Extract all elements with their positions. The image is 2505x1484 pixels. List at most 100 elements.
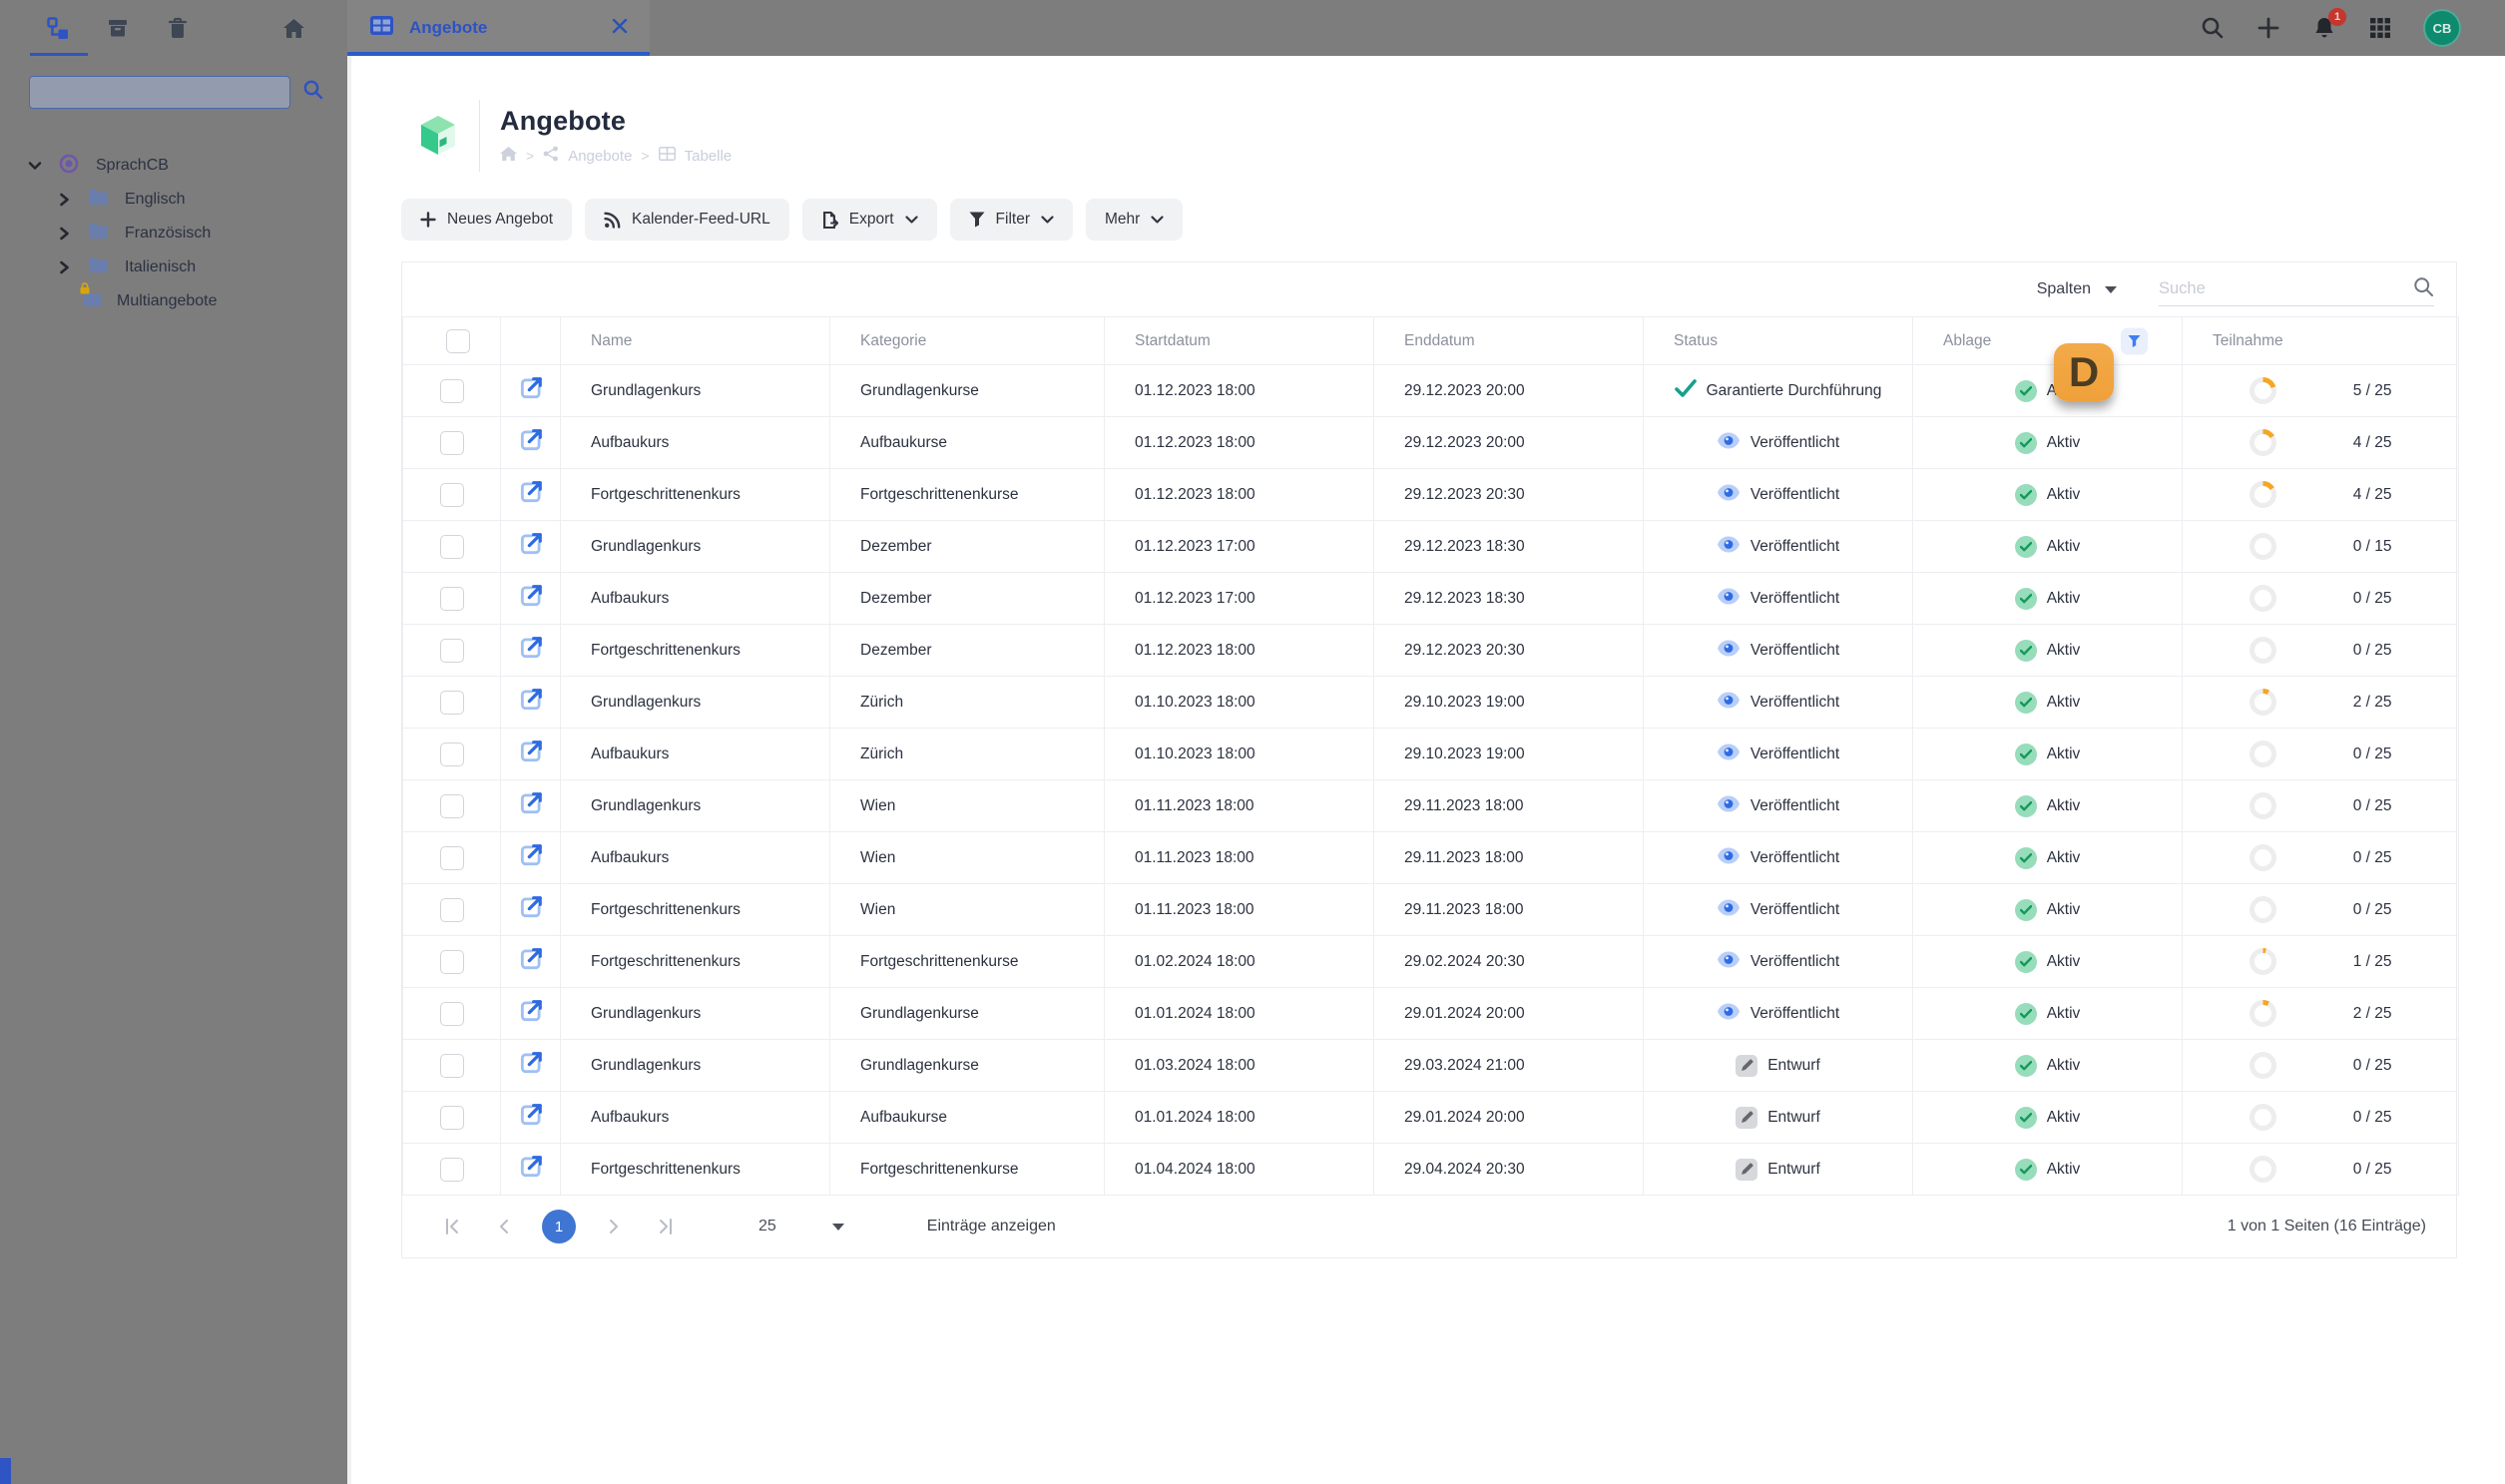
row-checkbox[interactable] [439, 1157, 464, 1182]
open-offer-icon[interactable] [518, 481, 544, 509]
row-checkbox[interactable] [439, 949, 464, 974]
table-row[interactable]: Grundlagenkurs Dezember 01.12.2023 17:00… [402, 520, 2459, 573]
open-offer-icon[interactable] [518, 429, 544, 457]
row-checkbox[interactable] [439, 586, 464, 611]
tab-close-icon[interactable] [612, 18, 628, 39]
table-row[interactable]: Aufbaukurs Aufbaukurse 01.12.2023 18:00 … [402, 416, 2459, 469]
home-icon[interactable] [281, 16, 305, 40]
table-search-icon[interactable] [2413, 276, 2434, 302]
tree-item-englisch[interactable]: Englisch [0, 183, 347, 217]
calendar-feed-url-button[interactable]: Kalender-Feed-URL [585, 199, 789, 241]
table-row[interactable]: Aufbaukurs Zürich 01.10.2023 18:00 29.10… [402, 728, 2459, 780]
table-row[interactable]: Grundlagenkurs Grundlagenkurse 01.03.202… [402, 1039, 2459, 1092]
select-all-checkbox[interactable] [446, 328, 470, 353]
row-checkbox[interactable] [439, 378, 464, 403]
column-header-teilnahme[interactable]: Teilnahme [2182, 316, 2459, 365]
column-header-enddatum[interactable]: Enddatum [1373, 316, 1644, 365]
breadcrumb-home-icon[interactable] [500, 146, 517, 166]
table-search-input[interactable] [2159, 279, 2413, 298]
table-row[interactable]: Grundlagenkurs Grundlagenkurse 01.12.202… [402, 364, 2459, 417]
table-row[interactable]: Aufbaukurs Dezember 01.12.2023 17:00 29.… [402, 572, 2459, 625]
ablage-filter-icon[interactable] [2121, 327, 2148, 354]
archive-icon[interactable] [106, 16, 130, 40]
open-offer-icon[interactable] [518, 741, 544, 768]
column-header-kategorie[interactable]: Kategorie [829, 316, 1105, 365]
trash-icon[interactable] [166, 16, 190, 40]
row-checkbox[interactable] [439, 1105, 464, 1130]
table-row[interactable]: Aufbaukurs Wien 01.11.2023 18:00 29.11.2… [402, 831, 2459, 884]
open-offer-icon[interactable] [518, 896, 544, 924]
chevron-right-icon[interactable] [58, 260, 72, 274]
column-header-name[interactable]: Name [560, 316, 830, 365]
page-size-select[interactable]: 25 [758, 1218, 844, 1236]
more-button[interactable]: Mehr [1086, 199, 1184, 241]
notifications-bell-icon[interactable]: 1 [2311, 8, 2346, 41]
open-offer-icon[interactable] [518, 377, 544, 405]
chevron-right-icon[interactable] [58, 227, 72, 241]
row-checkbox[interactable] [439, 897, 464, 922]
table-row[interactable]: Grundlagenkurs Grundlagenkurse 01.01.202… [402, 987, 2459, 1040]
tree-view-icon[interactable] [46, 16, 70, 40]
row-checkbox[interactable] [439, 742, 464, 766]
table-row[interactable]: Grundlagenkurs Zürich 01.10.2023 18:00 2… [402, 676, 2459, 729]
new-offer-button[interactable]: Neues Angebot [401, 199, 573, 241]
open-offer-icon[interactable] [518, 1156, 544, 1184]
row-checkbox[interactable] [439, 690, 464, 715]
table-row[interactable]: Fortgeschrittenenkurs Dezember 01.12.202… [402, 624, 2459, 677]
column-header-status[interactable]: Status [1643, 316, 1913, 365]
open-offer-icon[interactable] [518, 1052, 544, 1080]
table-row[interactable]: Aufbaukurs Aufbaukurse 01.01.2024 18:00 … [402, 1091, 2459, 1144]
open-offer-icon[interactable] [518, 792, 544, 820]
add-icon[interactable] [2255, 15, 2281, 41]
breadcrumb-section[interactable]: Angebote [568, 148, 632, 165]
row-checkbox[interactable] [439, 482, 464, 507]
breadcrumb-view[interactable]: Tabelle [685, 148, 733, 165]
sidebar-search-input[interactable] [29, 76, 290, 109]
column-header-ablage[interactable]: Ablage [1912, 316, 2183, 365]
participation-donut [2249, 637, 2276, 664]
cell-startdatum: 01.02.2024 18:00 [1104, 935, 1374, 988]
open-offer-icon[interactable] [518, 585, 544, 613]
row-checkbox[interactable] [439, 1001, 464, 1026]
column-header-startdatum[interactable]: Startdatum [1104, 316, 1374, 365]
row-checkbox[interactable] [439, 430, 464, 455]
sidebar-search-icon[interactable] [302, 79, 324, 106]
table-row[interactable]: Fortgeschrittenenkurs Wien 01.11.2023 18… [402, 883, 2459, 936]
next-page-icon[interactable] [604, 1216, 626, 1237]
open-offer-icon[interactable] [518, 533, 544, 561]
tree-item-franzoesisch[interactable]: Französisch [0, 217, 347, 250]
open-offer-icon[interactable] [518, 1000, 544, 1028]
current-page-button[interactable]: 1 [542, 1210, 576, 1243]
first-page-icon[interactable] [442, 1216, 464, 1237]
export-button[interactable]: Export [801, 199, 937, 241]
previous-page-icon[interactable] [492, 1216, 514, 1237]
tab-angebote[interactable]: Angebote [347, 0, 650, 56]
global-search-icon[interactable] [2200, 15, 2226, 41]
row-checkbox[interactable] [439, 1053, 464, 1078]
apps-grid-icon[interactable] [2367, 15, 2393, 41]
columns-dropdown[interactable]: Spalten [2037, 280, 2117, 298]
row-checkbox[interactable] [439, 845, 464, 870]
last-page-icon[interactable] [654, 1216, 676, 1237]
chevron-down-icon[interactable] [28, 159, 42, 173]
table-row[interactable]: Fortgeschrittenenkurs Fortgeschrittenenk… [402, 468, 2459, 521]
select-all-header [402, 316, 501, 365]
open-offer-icon[interactable] [518, 948, 544, 976]
tree-item-sprachcb[interactable]: SprachCB [0, 149, 347, 183]
user-avatar[interactable]: CB [2423, 9, 2461, 47]
table-row[interactable]: Grundlagenkurs Wien 01.11.2023 18:00 29.… [402, 779, 2459, 832]
open-offer-icon[interactable] [518, 844, 544, 872]
chevron-right-icon[interactable] [58, 193, 72, 207]
open-offer-icon[interactable] [518, 689, 544, 717]
row-checkbox[interactable] [439, 793, 464, 818]
row-checkbox[interactable] [439, 638, 464, 663]
table-row[interactable]: Fortgeschrittenenkurs Fortgeschrittenenk… [402, 1143, 2459, 1196]
open-offer-icon[interactable] [518, 637, 544, 665]
row-checkbox[interactable] [439, 534, 464, 559]
tree-item-italienisch[interactable]: Italienisch [0, 250, 347, 284]
open-offer-icon[interactable] [518, 1104, 544, 1132]
table-row[interactable]: Fortgeschrittenenkurs Fortgeschrittenenk… [402, 935, 2459, 988]
tree-item-multiangebote[interactable]: Multiangebote [0, 282, 347, 318]
published-eye-icon [1717, 743, 1741, 765]
filter-button[interactable]: Filter [949, 199, 1073, 241]
